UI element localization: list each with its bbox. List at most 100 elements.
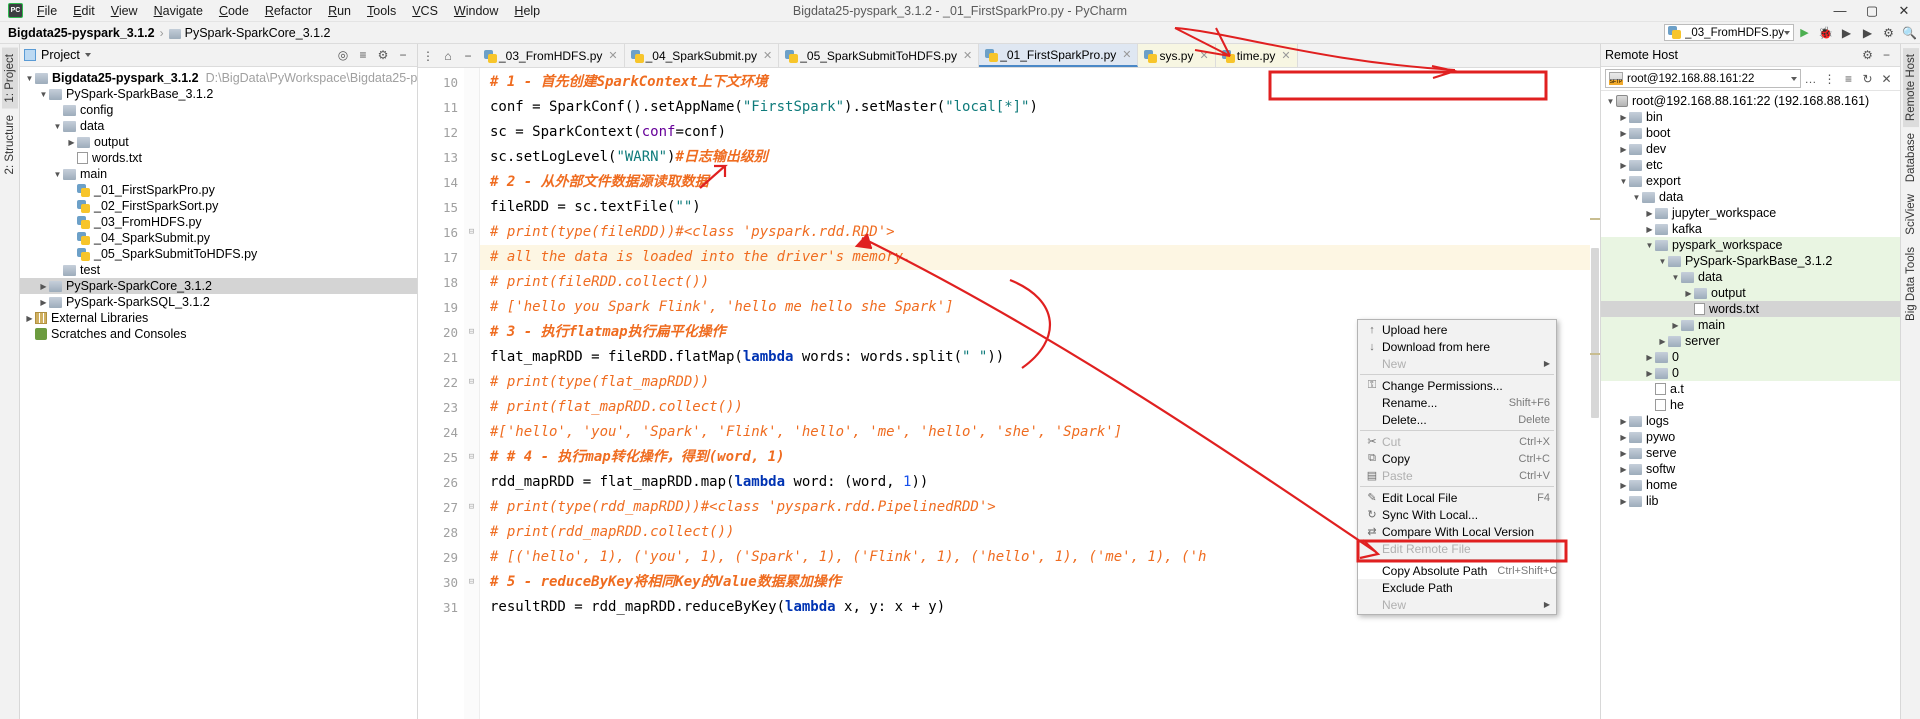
refresh-icon[interactable]: ↻ [1858,69,1877,88]
context-menu-item[interactable]: Exclude Path [1358,579,1556,596]
close-button[interactable]: ✕ [1888,0,1920,22]
maximize-button[interactable]: ▢ [1856,0,1888,22]
remote-tree-item[interactable]: ▼ data [1601,189,1900,205]
editor-tab[interactable]: sys.py ✕ [1138,44,1216,67]
search-icon[interactable]: 🔍 [1899,23,1920,43]
project-tree[interactable]: ▼ Bigdata25-pyspark_3.1.2 D:\BigData\PyWor… [20,67,417,719]
close-icon[interactable]: ✕ [608,49,617,62]
remote-tree-item[interactable]: ▼ export [1601,173,1900,189]
remote-tree-item[interactable]: ▶ pywo [1601,429,1900,445]
remote-tree-item[interactable]: ▶ bin [1601,109,1900,125]
menu-help[interactable]: Help [506,2,548,20]
context-menu-item[interactable]: Delete... Delete [1358,411,1556,428]
chevron-down-icon[interactable]: ▼ [52,170,63,179]
menu-vcs[interactable]: VCS [404,2,446,20]
close-icon[interactable]: ✕ [1199,49,1208,62]
chevron-down-icon[interactable]: ▼ [1644,241,1655,250]
context-menu-item[interactable]: ⚿ Change Permissions... [1358,377,1556,394]
menu-edit[interactable]: Edit [65,2,103,20]
remote-tree-item[interactable]: ▶ dev [1601,141,1900,157]
menu-file[interactable]: File [29,2,65,20]
rail-tab-1-project[interactable]: 1: Project [1,48,18,109]
tree-item[interactable]: ▶ External Libraries [20,310,417,326]
tree-item[interactable]: config [20,102,417,118]
tree-item[interactable]: _03_FromHDFS.py [20,214,417,230]
editor-tab[interactable]: _03_FromHDFS.py ✕ [478,44,625,67]
fold-toggle-icon[interactable]: ⊟ [464,445,479,470]
remote-tree-item[interactable]: ▶ softw [1601,461,1900,477]
tree-item[interactable]: test [20,262,417,278]
editor-tab[interactable]: time.py ✕ [1215,44,1298,67]
menu-window[interactable]: Window [446,2,506,20]
collapse-icon[interactable]: ≡ [353,45,373,65]
remote-tree-item[interactable]: ▶ jupyter_workspace [1601,205,1900,221]
chevron-down-icon[interactable]: ▼ [1657,257,1668,266]
tree-item[interactable]: _01_FirstSparkPro.py [20,182,417,198]
chevron-right-icon[interactable]: ▶ [24,314,35,323]
close-icon[interactable]: ✕ [1281,49,1290,62]
remote-host-context-menu[interactable]: ↑ Upload here ↓ Download from here New ▶ ⚿ Chan… [1357,319,1557,615]
profile-button[interactable]: ▶ [1857,23,1878,43]
chevron-right-icon[interactable]: ▶ [1683,289,1694,298]
remote-tree-item[interactable]: ▶ output [1601,285,1900,301]
chevron-right-icon[interactable]: ▶ [1644,353,1655,362]
rail-tab-big-data-tools[interactable]: Big Data Tools [1903,241,1919,327]
context-menu-item[interactable]: ↑ Upload here [1358,321,1556,338]
context-menu-item[interactable]: Copy Absolute Path Ctrl+Shift+C [1358,562,1557,579]
remote-host-tree[interactable]: ▼ root@192.168.88.161:22 (192.168.88.161)… [1601,91,1900,719]
tree-item[interactable]: _02_FirstSparkSort.py [20,198,417,214]
expand-icon[interactable]: ⋮ [1820,69,1839,88]
chevron-right-icon[interactable]: ▶ [1618,449,1629,458]
code-line[interactable]: sc.setLogLevel("WARN")#日志输出级别 [480,145,1600,170]
fold-toggle-icon[interactable]: ⊟ [464,495,479,520]
hide-icon[interactable]: − [393,45,413,65]
remote-tree-item[interactable]: ▶ etc [1601,157,1900,173]
chevron-down-icon[interactable] [84,53,91,57]
chevron-right-icon[interactable]: ▶ [1618,481,1629,490]
chevron-down-icon[interactable]: ▼ [52,122,63,131]
menu-refactor[interactable]: Refactor [257,2,320,20]
breadcrumb-module[interactable]: PySpark-SparkCore_3.1.2 [185,26,331,40]
rail-tab-sciview[interactable]: SciView [1903,188,1919,241]
target-icon[interactable]: ◎ [333,45,353,65]
chevron-right-icon[interactable]: ▶ [1670,321,1681,330]
tree-item[interactable]: ▼ main [20,166,417,182]
remote-tree-item[interactable]: ▶ boot [1601,125,1900,141]
chevron-right-icon[interactable]: ▶ [1618,465,1629,474]
code-line[interactable]: # ['hello you Spark Flink', 'hello me he… [480,295,1600,320]
chevron-right-icon[interactable]: ▶ [38,298,49,307]
chevron-right-icon[interactable]: ▶ [1618,417,1629,426]
hide-tabs-icon[interactable]: − [458,44,478,67]
chevron-right-icon[interactable]: ▶ [1618,497,1629,506]
menu-view[interactable]: View [103,2,146,20]
rail-tab-database[interactable]: Database [1903,127,1919,188]
editor-vertical-scrollbar[interactable] [1590,68,1600,719]
remote-tree-item[interactable]: ▶ logs [1601,413,1900,429]
remote-tree-item[interactable]: ▶ 0 [1601,365,1900,381]
context-menu-item[interactable]: ✎ Edit Local File F4 [1358,489,1556,506]
debug-button[interactable]: 🐞 [1815,23,1836,43]
editor-tab[interactable]: _04_SparkSubmit.py ✕ [624,44,780,67]
fold-toggle-icon[interactable]: ⊟ [464,370,479,395]
remote-tree-item[interactable]: ▶ server [1601,333,1900,349]
remote-tree-item[interactable]: a.t [1601,381,1900,397]
menu-run[interactable]: Run [320,2,359,20]
chevron-right-icon[interactable]: ▶ [1618,129,1629,138]
menu-navigate[interactable]: Navigate [146,2,211,20]
remote-tree-item[interactable]: ▶ serve [1601,445,1900,461]
code-line[interactable]: sc = SparkContext(conf=conf) [480,120,1600,145]
tree-item[interactable]: ▼ PySpark-SparkBase_3.1.2 [20,86,417,102]
chevron-right-icon[interactable]: ▶ [1618,113,1629,122]
tree-item[interactable]: ▶ PySpark-SparkCore_3.1.2 [20,278,417,294]
context-menu-item[interactable]: ⧉ Copy Ctrl+C [1358,450,1556,467]
fold-toggle-icon[interactable]: ⊟ [464,220,479,245]
collapse-icon[interactable]: ≡ [1839,69,1858,88]
rail-tab-2-structure[interactable]: 2: Structure [2,109,18,180]
chevron-right-icon[interactable]: ▶ [1657,337,1668,346]
tree-item[interactable]: _05_SparkSubmitToHDFS.py [20,246,417,262]
home-icon[interactable]: ⌂ [438,44,458,67]
hide-icon[interactable]: − [1877,46,1896,65]
close-icon[interactable]: ✕ [763,49,772,62]
chevron-down-icon[interactable]: ▼ [1670,273,1681,282]
fold-toggle-icon[interactable]: ⊟ [464,320,479,345]
